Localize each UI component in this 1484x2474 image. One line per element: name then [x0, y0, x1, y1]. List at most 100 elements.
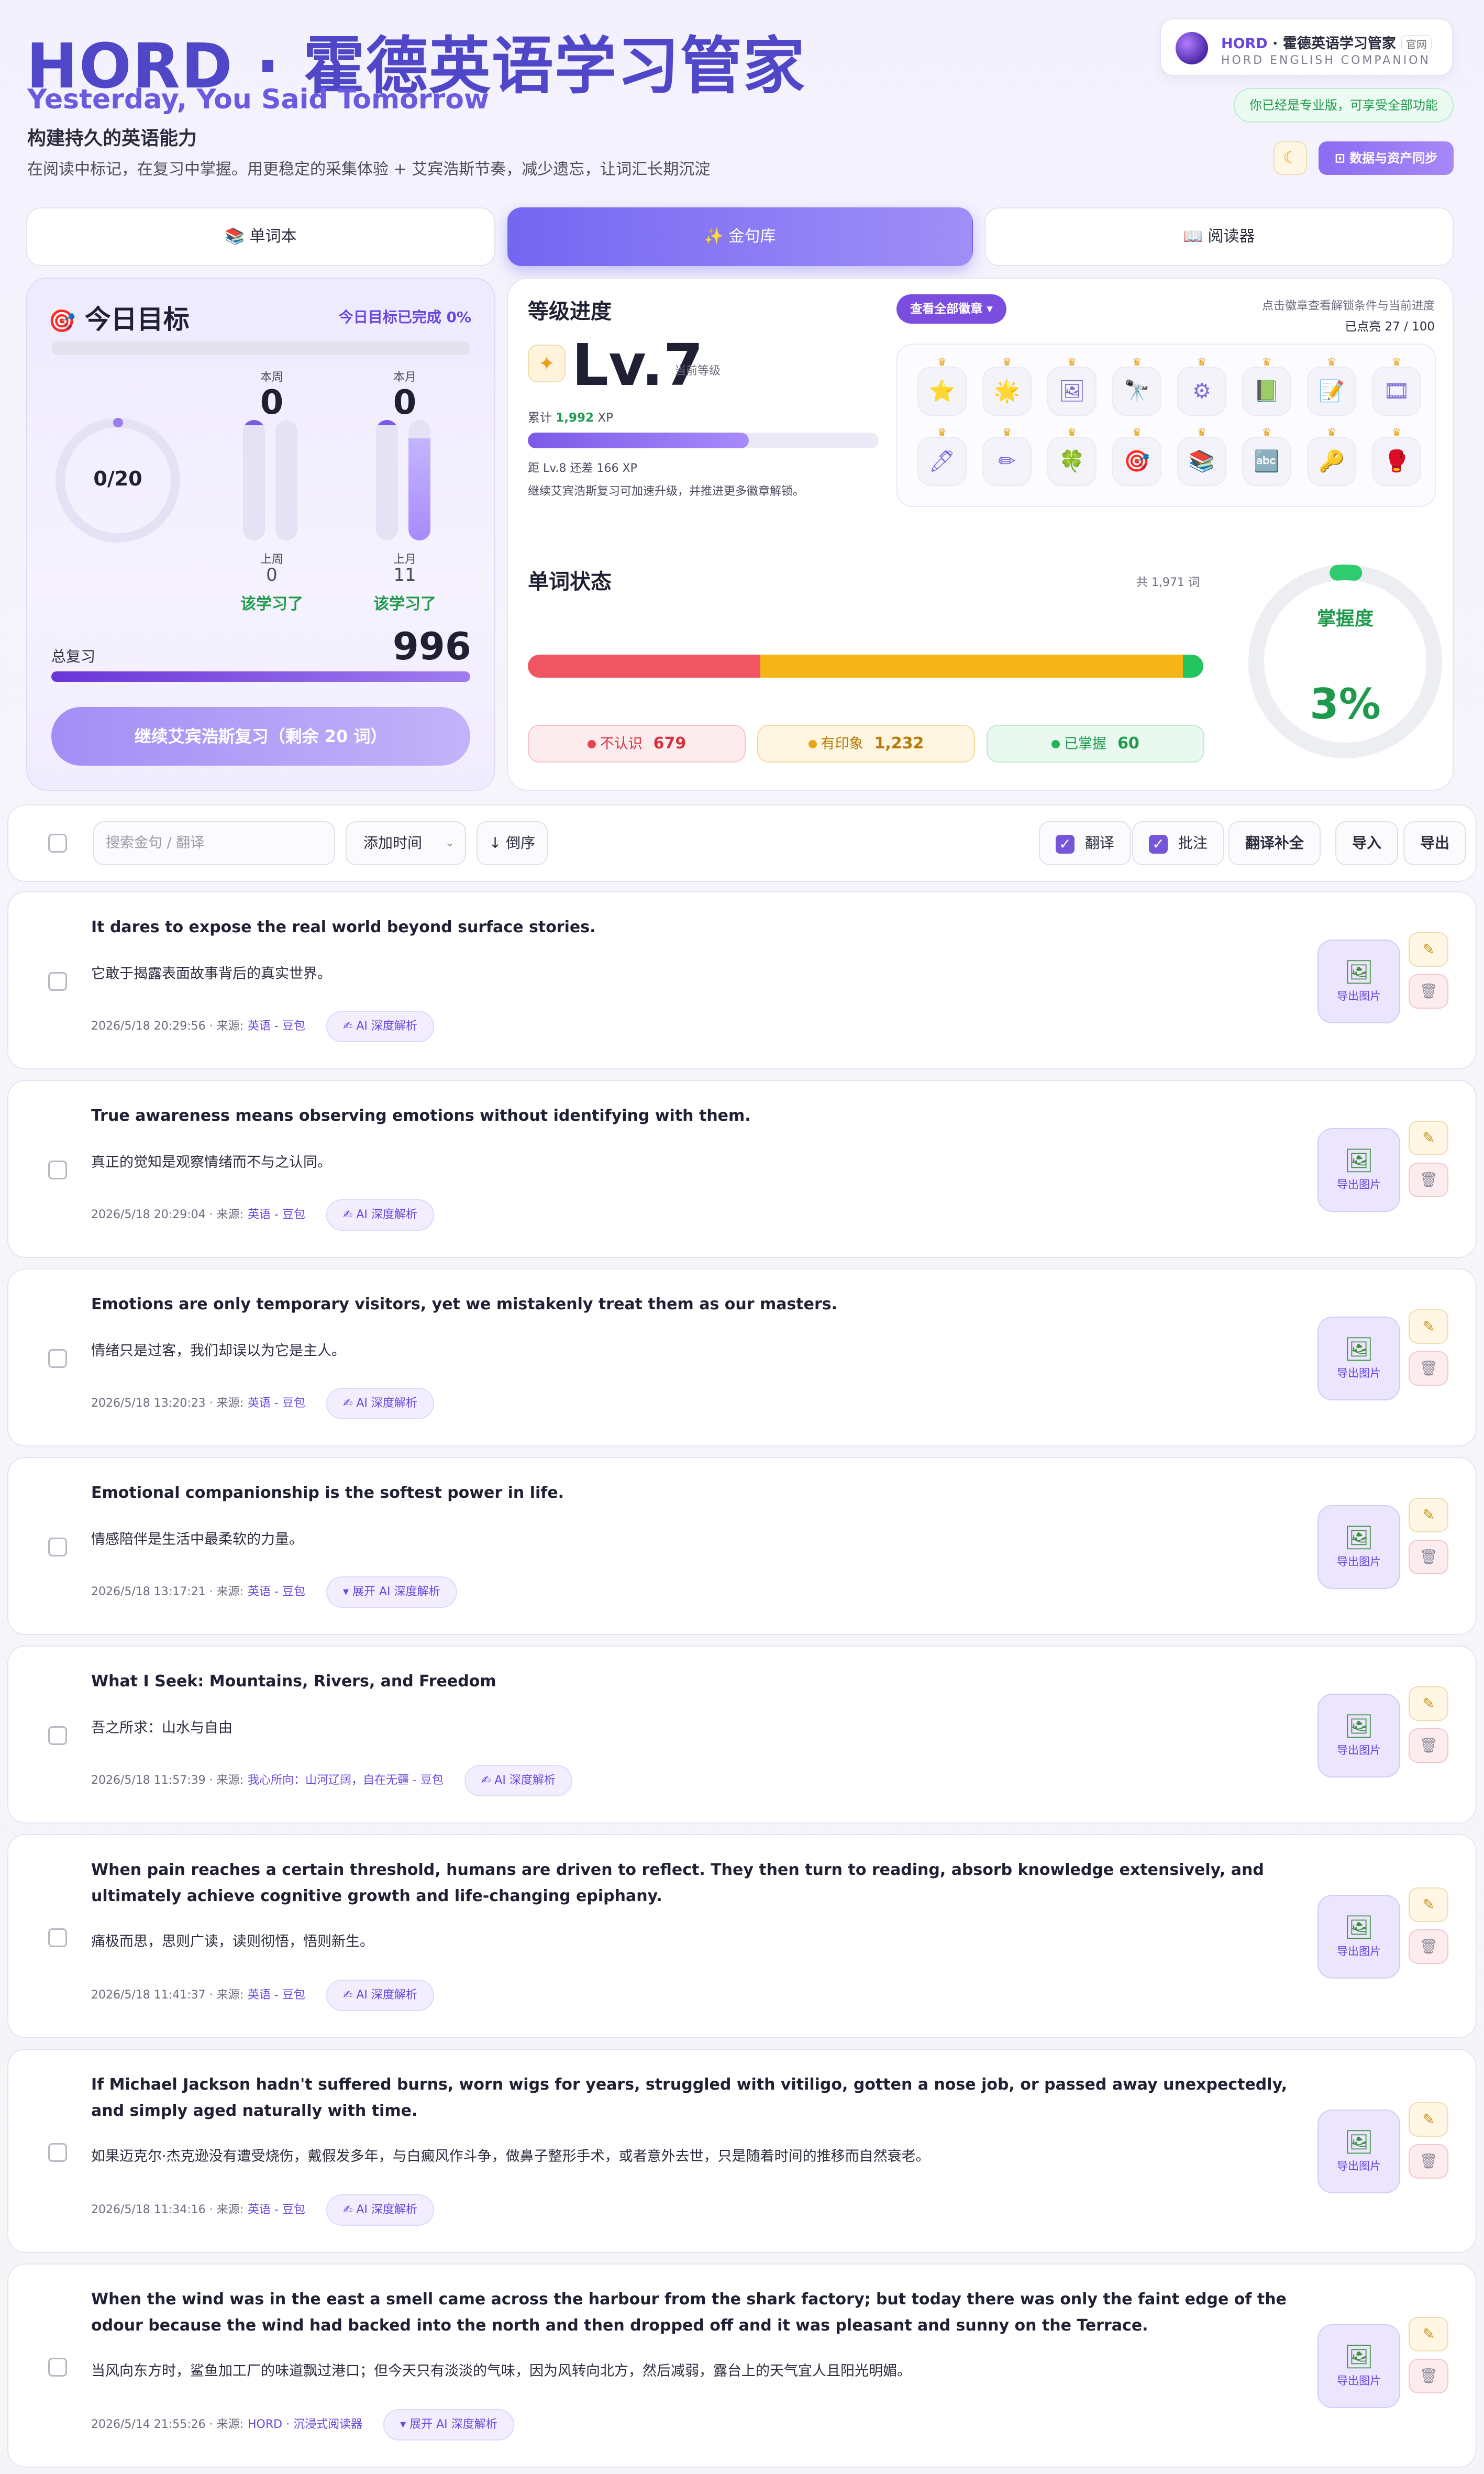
export-image-button[interactable]: 🖼 导出图片 — [1317, 2324, 1400, 2408]
export-image-button[interactable]: 🖼 导出图片 — [1317, 1505, 1400, 1589]
translation-toggle[interactable]: ✓ 翻译 — [1039, 821, 1131, 865]
delete-button[interactable]: 🗑 — [1409, 1163, 1448, 1197]
quote-english: True awareness means observing emotions … — [91, 1107, 751, 1125]
quote-item: If Michael Jackson hadn't suffered burns… — [7, 2049, 1477, 2253]
badge-icon[interactable]: ♛ 📝 — [1307, 356, 1356, 416]
ai-analysis-button[interactable]: ✍ AI 深度解析 — [326, 1980, 434, 2011]
checkbox-checked-icon: ✓ — [1149, 835, 1168, 854]
badge-icon[interactable]: ♛ 🖼 — [1047, 356, 1097, 416]
badge-icon[interactable]: ♛ 🔑 — [1307, 426, 1356, 486]
quote-source-link[interactable]: 英语 - 豆包 — [248, 1020, 305, 1033]
badge-icon[interactable]: ♛ 🥊 — [1372, 426, 1421, 486]
quote-source-link[interactable]: 英语 - 豆包 — [248, 1585, 305, 1598]
next-level-text: 距 Lv.8 还差 166 XP — [528, 462, 637, 475]
export-image-button[interactable]: 🖼 导出图片 — [1317, 1694, 1400, 1777]
theme-toggle-button[interactable]: ☾ — [1273, 141, 1307, 175]
expand-ai-analysis-button[interactable]: ▾ 展开 AI 深度解析 — [326, 1576, 457, 1608]
quote-checkbox[interactable] — [48, 2143, 67, 2162]
badge-icon[interactable]: ♛ 🔭 — [1112, 356, 1161, 416]
badge-icon[interactable]: ♛ ⚙ — [1177, 356, 1226, 416]
tab-wordbook[interactable]: 📚 单词本 — [26, 207, 495, 266]
edit-button[interactable]: ✎ — [1409, 1686, 1448, 1721]
impression-words-pill[interactable]: 有印象 1,232 — [757, 725, 975, 763]
delete-button[interactable]: 🗑 — [1409, 2144, 1448, 2179]
annotation-toggle[interactable]: ✓ 批注 — [1132, 821, 1224, 865]
mastered-words-pill[interactable]: 已掌握 60 — [987, 725, 1204, 763]
export-image-button[interactable]: 🖼 导出图片 — [1317, 940, 1400, 1023]
badge-icon[interactable]: ♛ 📗 — [1242, 356, 1291, 416]
quote-toolbar: 搜索金句 / 翻译 添加时间 ⌄ ↓ 倒序 ✓ 翻译 ✓ 批注 翻译补全 导入 导出 — [7, 804, 1477, 882]
official-site-card[interactable]: HORD · 霍德英语学习管家 官网 HORD ENGLISH COMPANION — [1160, 18, 1453, 76]
quote-item: When pain reaches a certain threshold, h… — [7, 1834, 1477, 2038]
import-button[interactable]: 导入 — [1335, 821, 1398, 865]
quote-checkbox[interactable] — [48, 1538, 67, 1556]
word-bar-unknown — [528, 655, 761, 678]
ai-analysis-button[interactable]: ✍ AI 深度解析 — [326, 1199, 434, 1231]
unknown-words-pill[interactable]: 不认识 679 — [528, 725, 746, 763]
expand-ai-analysis-button[interactable]: ▾ 展开 AI 深度解析 — [383, 2409, 514, 2440]
badge-icon[interactable]: ♛ ⭐ — [917, 356, 967, 416]
select-all-checkbox[interactable] — [48, 834, 67, 853]
badge-icon[interactable]: ♛ 📚 — [1177, 426, 1226, 486]
badge-icon[interactable]: ♛ 🌟 — [982, 356, 1032, 416]
pencil-icon: ✎ — [1422, 1695, 1435, 1712]
edit-button[interactable]: ✎ — [1409, 1121, 1448, 1155]
quote-source-link[interactable]: HORD · 沉浸式阅读器 — [248, 2418, 362, 2431]
quote-checkbox[interactable] — [48, 2358, 67, 2377]
delete-button[interactable]: 🗑 — [1409, 1351, 1448, 1386]
total-review-label: 总复习 — [51, 648, 96, 665]
export-button[interactable]: 导出 — [1403, 821, 1466, 865]
ai-analysis-button[interactable]: ✍ AI 深度解析 — [326, 1388, 434, 1419]
trash-icon: 🗑 — [1419, 1938, 1438, 1955]
quote-checkbox[interactable] — [48, 1726, 67, 1745]
ai-analysis-button[interactable]: ✍ AI 深度解析 — [326, 2194, 434, 2226]
badge-icon[interactable]: ♛ 🍀 — [1047, 426, 1097, 486]
edit-button[interactable]: ✎ — [1409, 1498, 1448, 1532]
badge-lit-count: 已点亮 27 / 100 — [1345, 320, 1435, 334]
export-image-button[interactable]: 🖼 导出图片 — [1317, 2109, 1400, 2193]
quote-checkbox[interactable] — [48, 1349, 67, 1368]
quote-source-link[interactable]: 英语 - 豆包 — [248, 1397, 305, 1410]
badge-icon[interactable]: ♛ ✏ — [982, 426, 1032, 486]
sort-select[interactable]: 添加时间 ⌄ — [346, 821, 466, 865]
tab-reader[interactable]: 📖 阅读器 — [984, 207, 1454, 266]
edit-button[interactable]: ✎ — [1409, 932, 1448, 967]
badge-icon[interactable]: ♛ 🔤 — [1242, 426, 1291, 486]
ai-analysis-button[interactable]: ✍ AI 深度解析 — [464, 1765, 572, 1796]
quote-source-link[interactable]: 英语 - 豆包 — [248, 1208, 305, 1221]
search-input[interactable]: 搜索金句 / 翻译 — [93, 821, 335, 865]
badge-icon[interactable]: ♛ 🎞 — [1372, 356, 1421, 416]
quote-checkbox[interactable] — [48, 972, 67, 991]
delete-button[interactable]: 🗑 — [1409, 1540, 1448, 1574]
continue-review-button[interactable]: 继续艾宾浩斯复习（剩余 20 词） — [51, 707, 470, 766]
week-bar-current — [243, 420, 265, 540]
quote-checkbox[interactable] — [48, 1928, 67, 1947]
edit-button[interactable]: ✎ — [1409, 2102, 1448, 2137]
level-card: 等级进度 查看全部徽章 ▾ 点击徽章查看解锁条件与当前进度 已点亮 27 / 1… — [507, 278, 1454, 791]
delete-button[interactable]: 🗑 — [1409, 974, 1448, 1009]
quote-source-link[interactable]: 英语 - 豆包 — [248, 2203, 305, 2216]
tab-quotes[interactable]: ✨ 金句库 — [507, 207, 973, 266]
xp-progress-fill — [528, 433, 749, 448]
mastery-ring — [1248, 565, 1442, 758]
edit-button[interactable]: ✎ — [1409, 1309, 1448, 1344]
order-button[interactable]: ↓ 倒序 — [477, 821, 548, 865]
edit-button[interactable]: ✎ — [1409, 2317, 1448, 2351]
edit-button[interactable]: ✎ — [1409, 1887, 1448, 1922]
export-image-button[interactable]: 🖼 导出图片 — [1317, 1317, 1400, 1400]
export-image-button[interactable]: 🖼 导出图片 — [1317, 1895, 1400, 1979]
badge-icon[interactable]: ♛ 🖊 — [917, 426, 967, 486]
quote-source-link[interactable]: 我心所向：山河辽阔，自在无疆 - 豆包 — [248, 1774, 444, 1787]
quote-checkbox[interactable] — [48, 1161, 67, 1179]
fill-translation-button[interactable]: 翻译补全 — [1228, 821, 1321, 865]
delete-button[interactable]: 🗑 — [1409, 1929, 1448, 1964]
data-sync-button[interactable]: ⊡ 数据与资产同步 — [1319, 141, 1454, 175]
export-image-button[interactable]: 🖼 导出图片 — [1317, 1128, 1400, 1212]
quote-english: When pain reaches a certain threshold, h… — [91, 1861, 1264, 1905]
badge-icon[interactable]: ♛ 🎯 — [1112, 426, 1161, 486]
delete-button[interactable]: 🗑 — [1409, 2359, 1448, 2393]
delete-button[interactable]: 🗑 — [1409, 1728, 1448, 1763]
ai-analysis-button[interactable]: ✍ AI 深度解析 — [326, 1011, 434, 1042]
view-all-badges-button[interactable]: 查看全部徽章 ▾ — [896, 294, 1006, 324]
quote-source-link[interactable]: 英语 - 豆包 — [248, 1989, 305, 2002]
